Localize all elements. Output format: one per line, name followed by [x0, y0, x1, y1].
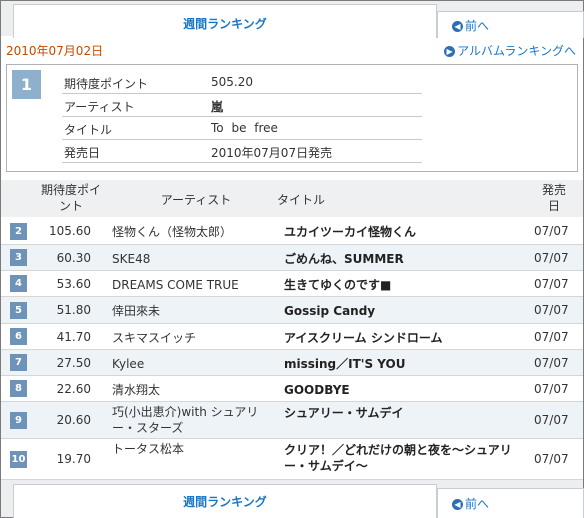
title-cell[interactable]: クリア！／どれだけの朝と夜を〜シュアリー・サムデイ〜 [284, 442, 529, 474]
release-cell: 07/07 [534, 303, 569, 317]
artist-cell: 清水翔太 [112, 383, 161, 397]
rank-badge: 8 [10, 380, 27, 397]
artist-cell: 倖田來未 [112, 304, 161, 318]
release-cell: 07/07 [534, 452, 569, 466]
rank-badge: 6 [10, 328, 27, 345]
tab-weekly-ranking[interactable]: 週間ランキング [13, 4, 437, 38]
artist-cell: 怪物くん（怪物太郎） [112, 225, 233, 239]
arrow-right-circle-icon: ▶ [444, 46, 456, 57]
feature-release-value: 2010年07月07日発売 [211, 146, 333, 160]
points-cell: 105.60 [49, 224, 91, 238]
artist-cell: Kylee [112, 357, 145, 371]
table-row: 8 22.60 清水翔太 GOODBYE 07/07 [1, 376, 583, 402]
rank-badge: 4 [10, 275, 27, 292]
artist-cell: トータス松本 [112, 442, 185, 456]
artist-cell: スキマスイッチ [112, 331, 197, 345]
table-row: 9 20.60 巧(小出恵介)with シュアリー・スターズ シュアリー・サムデイ 07… [1, 402, 583, 439]
prev-link[interactable]: ◀ 前へ [452, 17, 489, 34]
bottom-tab-bar: 週間ランキング ◀ 前へ [1, 480, 584, 518]
rank-badge: 5 [10, 302, 27, 319]
title-cell[interactable]: アイスクリーム シンドローム [284, 330, 529, 346]
table-row: 7 27.50 Kylee missing／IT'S YOU 07/07 [1, 350, 583, 376]
bottom-prev-label: 前へ [465, 497, 490, 511]
top-rank-feature: 1 期待度ポイント 505.20 アーティスト 嵐 タイトル To be fre… [6, 64, 578, 172]
feature-points-label: 期待度ポイント [64, 77, 149, 91]
prev-label: 前へ [465, 19, 490, 33]
bottom-tab-weekly-ranking[interactable]: 週間ランキング [13, 484, 437, 518]
points-cell: 53.60 [56, 277, 91, 291]
feature-points-value: 505.20 [211, 75, 253, 89]
ranking-date: 2010年07月02日 [6, 44, 104, 58]
points-cell: 19.70 [56, 452, 91, 466]
points-cell: 22.60 [56, 382, 91, 396]
title-cell[interactable]: ごめんね、SUMMER [284, 251, 529, 267]
feature-row-release: 発売日 2010年07月07日発売 [62, 140, 422, 163]
title-cell[interactable]: missing／IT'S YOU [284, 356, 529, 372]
title-cell[interactable]: GOODBYE [284, 382, 529, 398]
bottom-tab-weekly-ranking-label: 週間ランキング [183, 495, 267, 509]
table-row: 5 51.80 倖田來未 Gossip Candy 07/07 [1, 297, 583, 324]
rank-badge: 10 [10, 451, 27, 468]
header-title: タイトル [276, 193, 325, 207]
header-artist: アーティスト [160, 193, 232, 207]
tab-weekly-ranking-label: 週間ランキング [183, 17, 267, 31]
points-cell: 51.80 [56, 303, 91, 317]
feature-row-title: タイトル To be free [62, 117, 422, 140]
album-ranking-link[interactable]: ▶ アルバムランキングへ [444, 42, 576, 59]
artist-cell: DREAMS COME TRUE [112, 278, 239, 292]
ranking-table-header: 期待度ポイント アーティスト タイトル 発売日 [1, 180, 583, 217]
table-row: 3 60.30 SKE48 ごめんね、SUMMER 07/07 [1, 245, 583, 271]
feature-release-label: 発売日 [64, 146, 101, 160]
tab-prev[interactable]: ◀ 前へ [437, 11, 584, 38]
top-tab-bar: 週間ランキング ◀ 前へ [1, 1, 584, 38]
bottom-prev-link[interactable]: ◀ 前へ [452, 495, 489, 512]
release-cell: 07/07 [534, 277, 569, 291]
rank-badge: 7 [10, 354, 27, 371]
points-cell: 20.60 [56, 413, 91, 427]
arrow-left-circle-icon: ◀ [452, 499, 463, 510]
release-cell: 07/07 [534, 251, 569, 265]
table-row: 4 53.60 DREAMS COME TRUE 生きてゆくのです■ 07/07 [1, 271, 583, 297]
title-cell[interactable]: Gossip Candy [284, 303, 529, 319]
release-cell: 07/07 [534, 382, 569, 396]
album-ranking-label: アルバムランキングへ [457, 44, 576, 58]
title-cell[interactable]: シュアリー・サムデイ [284, 405, 529, 421]
table-row: 2 105.60 怪物くん（怪物太郎） ユカイツーカイ怪物くん 07/07 [1, 218, 583, 245]
points-cell: 27.50 [56, 356, 91, 370]
title-cell[interactable]: 生きてゆくのです■ [284, 277, 529, 293]
feature-artist-value: 嵐 [211, 100, 224, 114]
artist-cell: 巧(小出恵介)with シュアリー・スターズ [112, 405, 259, 435]
artist-cell: SKE48 [112, 252, 151, 266]
release-cell: 07/07 [534, 413, 569, 427]
table-row: 6 41.70 スキマスイッチ アイスクリーム シンドローム 07/07 [1, 324, 583, 350]
table-row: 10 19.70 トータス松本 クリア！／どれだけの朝と夜を〜シュアリー・サムデイ〜 0… [1, 439, 583, 480]
header-points: 期待度ポイント [40, 183, 101, 213]
feature-row-artist: アーティスト 嵐 [62, 94, 422, 117]
feature-artist-label: アーティスト [64, 100, 135, 114]
title-cell[interactable]: ユカイツーカイ怪物くん [284, 224, 529, 240]
release-cell: 07/07 [534, 224, 569, 238]
rank-badge: 9 [10, 412, 27, 429]
feature-row-points: 期待度ポイント 505.20 [62, 71, 422, 94]
rank-badge-1: 1 [12, 70, 41, 99]
release-cell: 07/07 [534, 356, 569, 370]
feature-title-value: To be free [211, 121, 278, 135]
rank-badge: 2 [10, 223, 27, 240]
header-release: 発売日 [541, 183, 566, 213]
release-cell: 07/07 [534, 330, 569, 344]
rank-badge: 3 [10, 249, 27, 266]
points-cell: 41.70 [56, 330, 91, 344]
feature-title-label: タイトル [64, 123, 113, 137]
bottom-tab-prev[interactable]: ◀ 前へ [437, 488, 584, 518]
points-cell: 60.30 [56, 251, 91, 265]
arrow-left-circle-icon: ◀ [452, 21, 463, 32]
